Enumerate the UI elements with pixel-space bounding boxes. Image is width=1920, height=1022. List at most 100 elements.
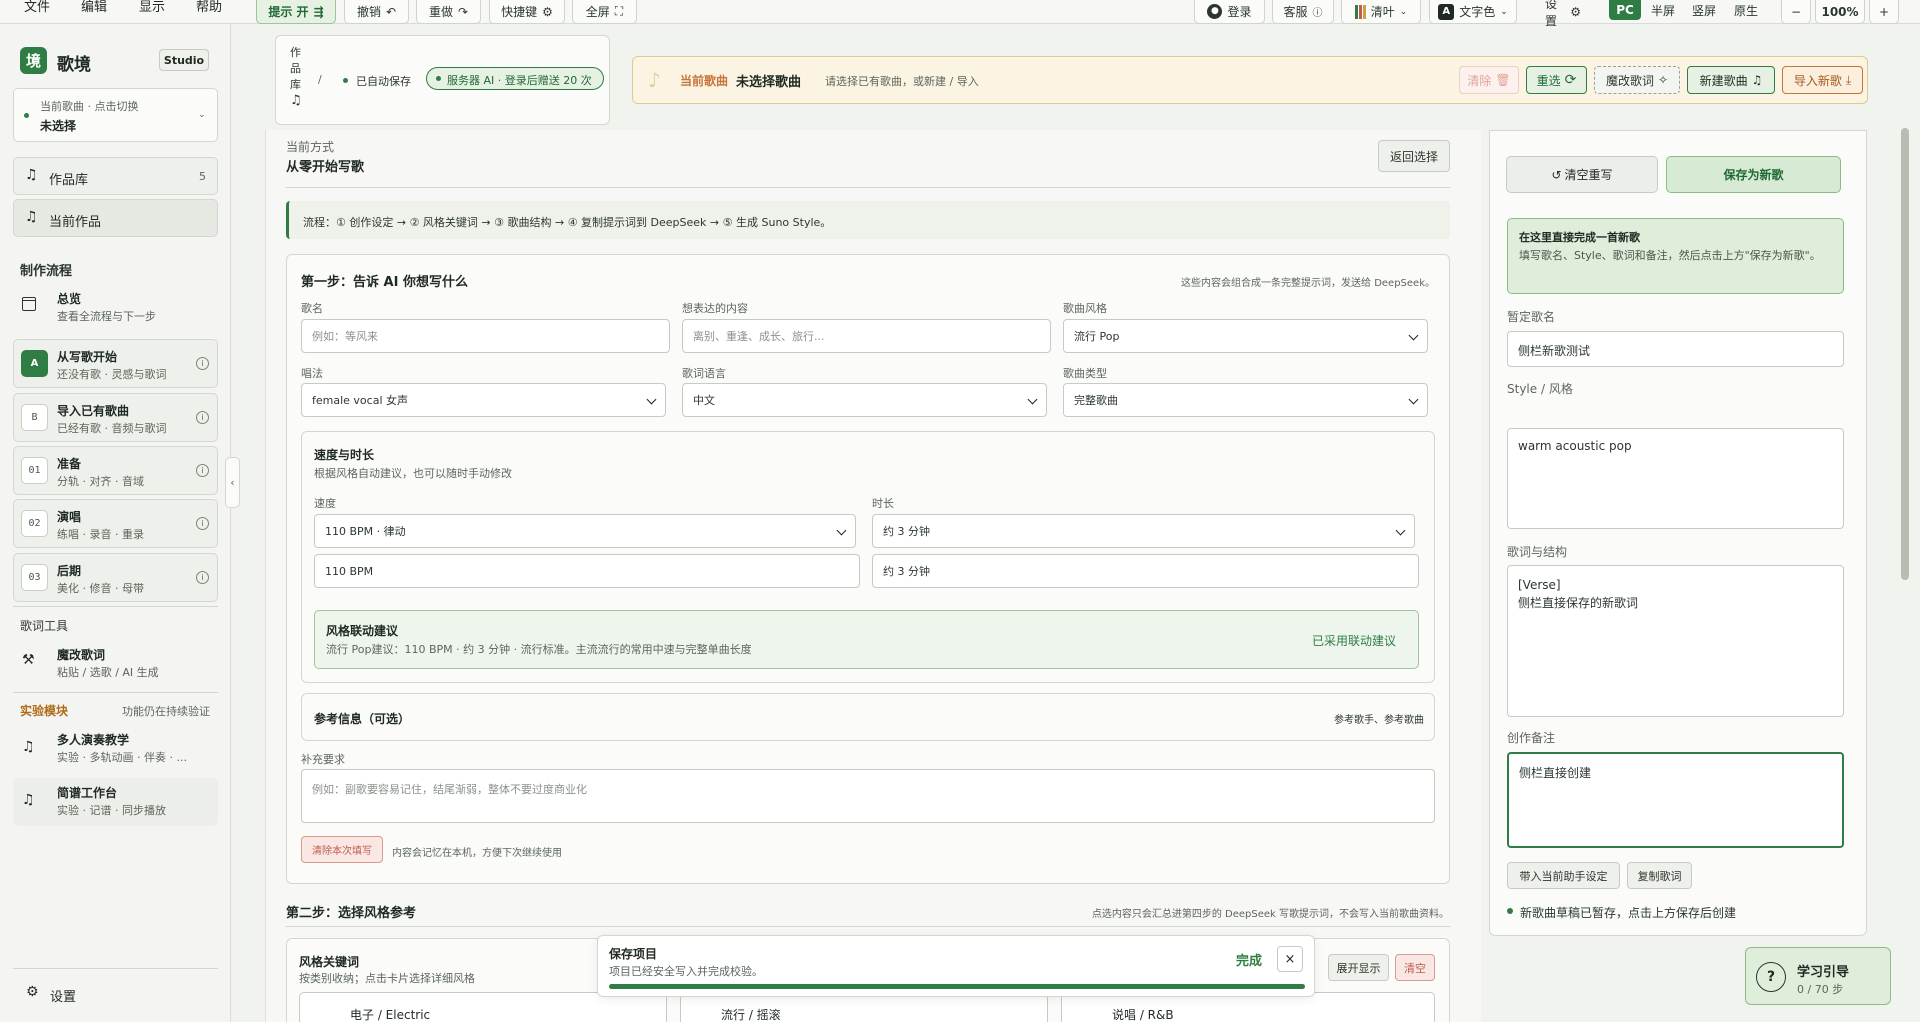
style-label: Style / 风格 xyxy=(1507,382,1573,396)
music-note-icon: ♫ xyxy=(22,792,35,808)
music-note-icon: ♫ xyxy=(290,93,302,108)
settings-button[interactable]: 设置 ⚙ xyxy=(1537,0,1589,28)
sidebar-settings[interactable]: ⚙ 设置 xyxy=(13,976,218,1012)
theme-select[interactable]: 清叶 ⌄ xyxy=(1341,0,1421,24)
breadcrumb-char: 作 xyxy=(290,46,301,59)
edit-lyrics-button[interactable]: 魔改歌词 ✧ xyxy=(1594,66,1680,94)
speed-select[interactable]: 110 BPM · 律动 xyxy=(314,514,856,548)
guide-title: 学习引导 xyxy=(1797,965,1850,980)
login-button[interactable]: ● 登录 xyxy=(1194,0,1265,24)
help-icon: ? xyxy=(1756,962,1786,992)
breadcrumb-separator: / xyxy=(318,73,322,86)
server-ai-badge[interactable]: 服务器 AI · 登录后赠送 20 次 xyxy=(426,67,604,90)
undo-button[interactable]: 撤销 ↶ xyxy=(344,0,409,24)
current-song-switcher[interactable]: 当前歌曲 · 点击切换 未选择 ⌄ xyxy=(13,88,218,142)
copy-lyrics-button[interactable]: 复制歌词 xyxy=(1627,862,1692,889)
duration-input[interactable]: 约 3 分钟 xyxy=(872,554,1419,588)
gear-icon: ⚙ xyxy=(1570,5,1581,19)
style-select[interactable]: 流行 Pop xyxy=(1063,319,1428,353)
extra-textarea[interactable]: 例如：副歌要容易记住，结尾渐弱，整体不要过度商业化 xyxy=(301,769,1435,823)
sidebar-step-sing[interactable]: 02 演唱 练唱 · 录音 · 重录 i xyxy=(13,499,218,548)
reselect-button[interactable]: 重选 ⟳ xyxy=(1526,66,1587,94)
clear-keywords-button[interactable]: 清空 xyxy=(1395,954,1435,981)
main-panel: 当前方式 从零开始写歌 返回选择 流程：① 创作设定 → ② 风格关键词 → ③… xyxy=(265,130,1481,1022)
import-label: 导入新歌 xyxy=(1793,73,1842,88)
menu-edit[interactable]: 编辑 xyxy=(81,0,107,24)
import-new-button[interactable]: 导入新歌 ⤓ xyxy=(1782,66,1863,94)
vocal-select[interactable]: female vocal 女声 xyxy=(301,383,666,417)
notes-label: 创作备注 xyxy=(1507,731,1556,745)
support-button[interactable]: 客服 ⓘ xyxy=(1272,0,1334,24)
type-label: 歌曲类型 xyxy=(1063,367,1107,380)
info-icon[interactable]: i xyxy=(196,357,209,370)
vocal-label: 唱法 xyxy=(301,367,323,380)
speed-input[interactable]: 110 BPM xyxy=(314,554,860,588)
sidebar-step-post[interactable]: 03 后期 美化 · 修音 · 母带 i xyxy=(13,553,218,602)
expand-button[interactable]: 展开显示 xyxy=(1328,954,1389,981)
reset-label: 清空重写 xyxy=(1564,168,1613,182)
toast-progress-track xyxy=(609,984,1305,989)
sidebar-lab-notation[interactable]: ♫ 简谱工作台 实验 · 记谱 · 同步播放 xyxy=(13,778,218,826)
notes-textarea[interactable]: 侧栏直接创建 xyxy=(1507,752,1844,848)
zoom-in-button[interactable]: + xyxy=(1869,0,1899,24)
zoom-out-button[interactable]: − xyxy=(1781,0,1811,24)
close-icon[interactable]: × xyxy=(1277,946,1303,972)
fullscreen-button[interactable]: 全屏 ⛶ xyxy=(572,0,637,24)
lyrics-textarea[interactable]: [Verse] 侧栏直接保存的新歌词 xyxy=(1507,565,1844,717)
duration-select[interactable]: 约 3 分钟 xyxy=(872,514,1415,548)
style-textarea[interactable]: warm acoustic pop xyxy=(1507,428,1844,529)
layout-mode-native[interactable]: 原生 xyxy=(1730,0,1762,20)
banner-hint: 请选择已有歌曲，或新建 / 导入 xyxy=(825,75,979,88)
download-icon: ⤓ xyxy=(1845,72,1852,87)
info-icon[interactable]: i xyxy=(196,411,209,424)
type-select[interactable]: 完整歌曲 xyxy=(1063,383,1428,417)
sidebar-item-library[interactable]: ♫ 作品库 5 xyxy=(13,157,218,195)
current-song-banner: ♪ 当前歌曲 未选择歌曲 请选择已有歌曲，或新建 / 导入 清除 🗑 重选 ⟳ … xyxy=(632,56,1868,104)
sidebar-item-lyric-edit[interactable]: ⚒ 魔改歌词 粘贴 / 选歌 / AI 生成 xyxy=(13,642,218,686)
info-icon[interactable]: i xyxy=(196,517,209,530)
content-input[interactable]: 离别、重逢、成长、旅行... xyxy=(682,319,1051,353)
back-button[interactable]: 返回选择 xyxy=(1378,140,1450,172)
song-name-input[interactable]: 例如：等风来 xyxy=(301,319,670,353)
sidebar-collapse-handle[interactable]: ‹ xyxy=(225,457,240,508)
info-icon: ⓘ xyxy=(1312,8,1323,19)
banner-song-value: 未选择歌曲 xyxy=(736,75,802,90)
hint-toggle-button[interactable]: 提示 开 ⇶ xyxy=(256,0,336,24)
info-icon[interactable]: i xyxy=(196,464,209,477)
learning-guide-button[interactable]: ? 学习引导 0 / 70 步 xyxy=(1745,947,1891,1005)
info-icon[interactable]: i xyxy=(196,571,209,584)
save-new-button[interactable]: 保存为新歌 xyxy=(1666,156,1841,193)
sidebar-step-prepare[interactable]: 01 准备 分轨 · 对齐 · 音域 i xyxy=(13,446,218,495)
clear-song-button[interactable]: 清除 🗑 xyxy=(1459,66,1519,94)
redo-button[interactable]: 重做 ↷ xyxy=(416,0,481,24)
new-song-button[interactable]: 新建歌曲 ♫ xyxy=(1687,66,1775,94)
menu-file[interactable]: 文件 xyxy=(24,0,50,24)
menu-view[interactable]: 显示 xyxy=(139,0,165,24)
layout-mode-vertical[interactable]: 竖屏 xyxy=(1688,0,1720,20)
sidebar-step-write[interactable]: A 从写歌开始 还没有歌 · 灵感与歌词 i xyxy=(13,339,218,388)
layout-mode-half[interactable]: 半屏 xyxy=(1647,0,1679,20)
song-name-input[interactable]: 侧栏新歌测试 xyxy=(1507,331,1844,367)
sidebar-lab-multiplayer[interactable]: ♫ 多人演奏教学 实验 · 多轨动画 · 伴奏 · ... xyxy=(13,725,218,773)
step-title: 从写歌开始 xyxy=(57,350,118,364)
reference-box[interactable]: 参考信息（可选） 参考歌手、参考歌曲 xyxy=(301,693,1435,741)
bring-assistant-button[interactable]: 带入当前助手设定 xyxy=(1507,862,1620,889)
layout-mode-pc[interactable]: PC xyxy=(1609,0,1641,20)
clear-form-button[interactable]: 清除本次填写 xyxy=(301,836,383,863)
brand-logo: 境 xyxy=(20,47,47,74)
reset-button[interactable]: ↺ 清空重写 xyxy=(1506,156,1658,193)
breadcrumb-library[interactable]: 作 品 库 ♫ xyxy=(290,45,302,109)
text-color-select[interactable]: A 文字色 ⌄ xyxy=(1429,0,1517,24)
lyric-edit-title: 魔改歌词 xyxy=(57,648,106,662)
lang-select[interactable]: 中文 xyxy=(682,383,1047,417)
step1-note: 这些内容会组合成一条完整提示词，发送给 DeepSeek。 xyxy=(1181,278,1435,289)
suggest-text: 流行 Pop建议：110 BPM · 约 3 分钟 · 流行标准。主流流行的常用… xyxy=(326,643,752,656)
sidebar-item-overview[interactable]: 总览 查看全流程与下一步 xyxy=(13,288,218,328)
step-sub: 已经有歌 · 音频与歌词 xyxy=(57,422,167,435)
menu-help[interactable]: 帮助 xyxy=(196,0,222,24)
main-scrollbar-thumb[interactable] xyxy=(1901,128,1909,580)
shortcut-button[interactable]: 快捷键 ⚙ xyxy=(489,0,565,24)
sidebar-item-current-work[interactable]: ♫ 当前作品 xyxy=(13,199,218,237)
sidebar-step-import[interactable]: B 导入已有歌曲 已经有歌 · 音频与歌词 i xyxy=(13,393,218,442)
tempo-box: 速度与时长 根据风格自动建议，也可以随时手动修改 速度 110 BPM · 律动… xyxy=(301,431,1435,683)
